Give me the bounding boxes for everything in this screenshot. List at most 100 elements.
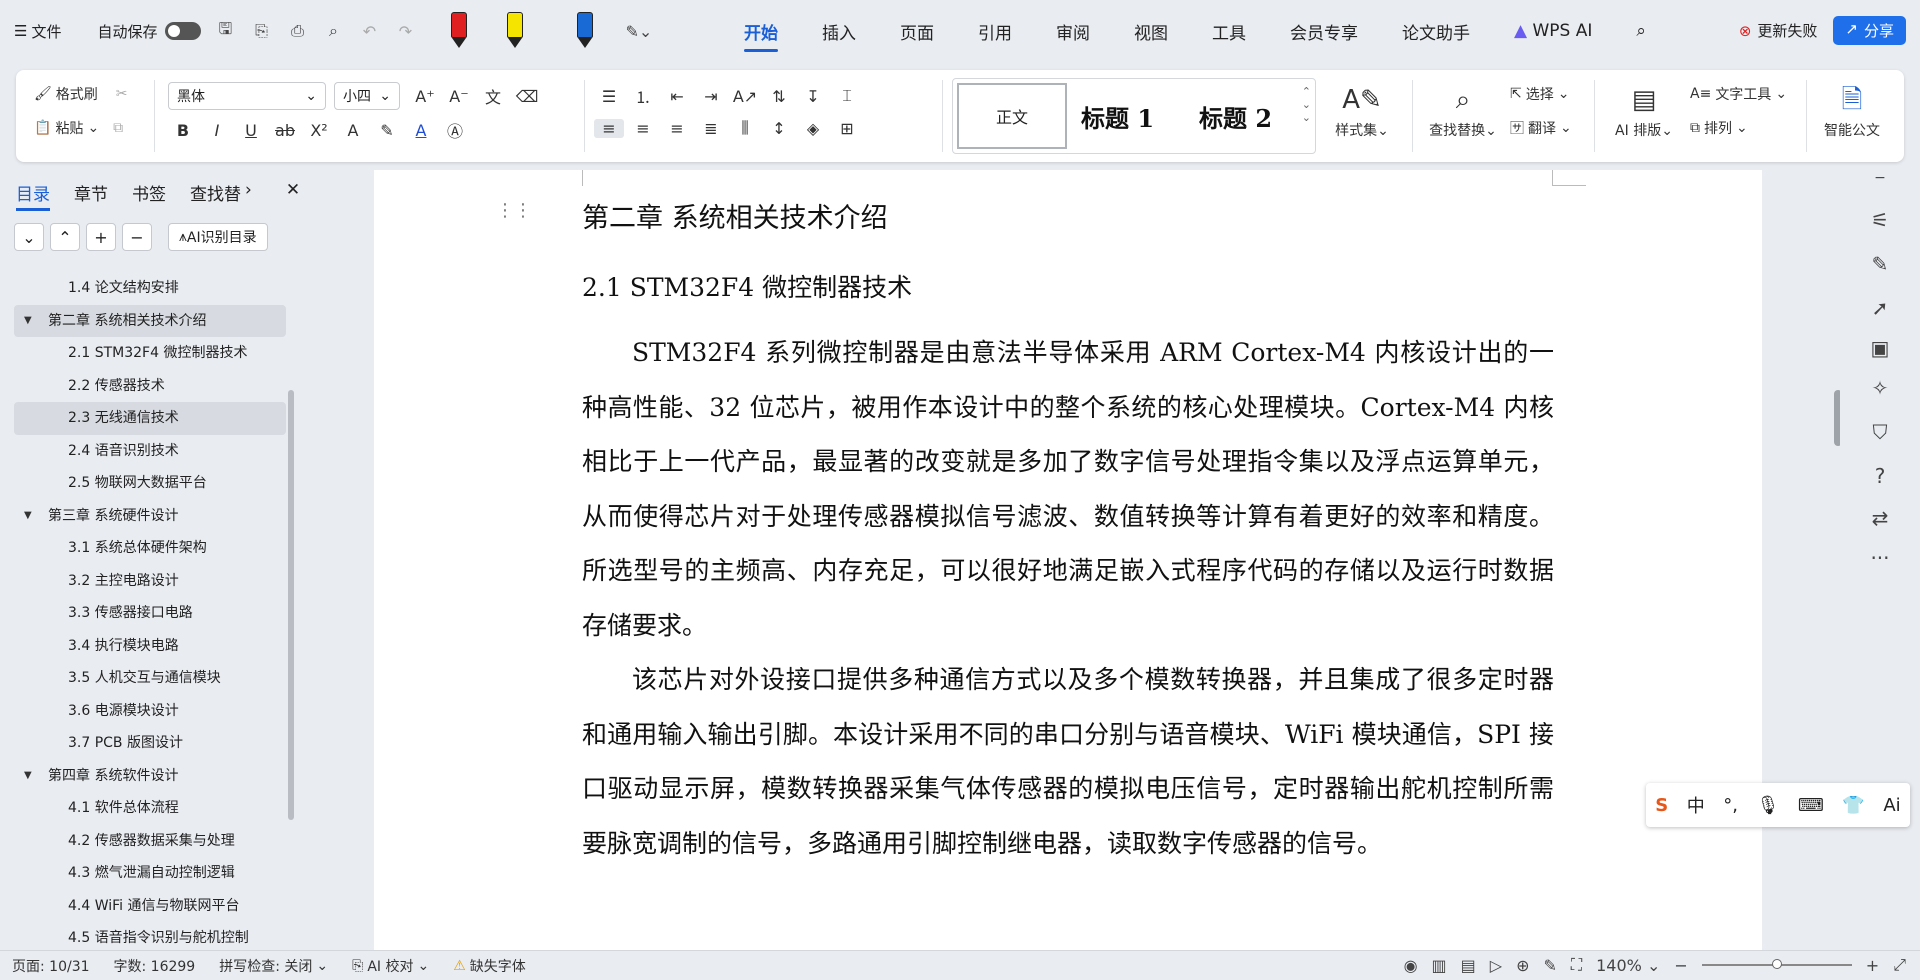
toc-section[interactable]: 2.1 STM32F4 微控制器技术: [14, 337, 286, 370]
fullscreen-icon[interactable]: ⤢: [1893, 955, 1906, 975]
nav-tab-find[interactable]: 查找替: [190, 180, 241, 205]
paste-button[interactable]: 📋 粘贴 ⌄ ⧉: [34, 118, 123, 138]
toc-section[interactable]: 3.6 电源模块设计: [14, 695, 286, 728]
bullet-list-icon[interactable]: ☰: [594, 87, 624, 106]
line-spacing-icon[interactable]: ↕: [764, 119, 794, 138]
line-sort-icon[interactable]: ↧: [798, 87, 828, 106]
ime-chinese-icon[interactable]: 中: [1687, 792, 1705, 818]
redo-icon[interactable]: ↷: [393, 22, 417, 41]
image-icon[interactable]: ▣: [1866, 336, 1894, 360]
ai-layout-button[interactable]: ▤ AI 排版⌄: [1604, 80, 1684, 140]
bold-icon[interactable]: B: [168, 121, 198, 140]
skin-icon[interactable]: 👕: [1842, 795, 1864, 816]
microphone-icon[interactable]: 🎙: [1757, 795, 1780, 816]
magic-icon[interactable]: ✧: [1866, 376, 1894, 400]
help-icon[interactable]: ?: [1866, 464, 1894, 488]
adjust-icon[interactable]: ⚟: [1866, 208, 1894, 232]
red-pen-icon[interactable]: [451, 12, 468, 50]
file-menu[interactable]: ☰ 文件: [14, 21, 61, 42]
clear-format-icon[interactable]: ⌫: [512, 87, 542, 106]
pen-icon[interactable]: ✎: [1866, 252, 1894, 276]
sort-icon[interactable]: ⇅: [764, 87, 794, 106]
ai-proof-button[interactable]: ⎘ AI 校对 ⌄: [340, 956, 441, 976]
toc-section[interactable]: 4.1 软件总体流程: [14, 792, 286, 825]
undo-icon[interactable]: ↶: [357, 22, 381, 41]
zoom-out-icon[interactable]: −: [1674, 956, 1687, 975]
write-icon[interactable]: ✎: [1544, 956, 1557, 975]
toc-section[interactable]: 3.5 人机交互与通信模块: [14, 662, 286, 695]
text-direction-icon[interactable]: A↗: [730, 87, 760, 106]
collapse-up-icon[interactable]: ⌃: [50, 223, 80, 251]
caret-down-icon[interactable]: ▼: [24, 305, 32, 338]
zoom-slider[interactable]: [1701, 959, 1852, 969]
more-icon[interactable]: ···: [1866, 546, 1894, 570]
chevron-right-icon[interactable]: ›: [245, 180, 252, 205]
update-failed[interactable]: ⊗ 更新失败: [1739, 20, 1818, 41]
increase-indent-icon[interactable]: ⇥: [696, 87, 726, 106]
strikethrough-icon[interactable]: ab: [270, 121, 300, 140]
tab-wps-ai[interactable]: ▲ WPS AI: [1514, 15, 1592, 47]
nav-tab-sections[interactable]: 章节: [74, 180, 108, 205]
toc-section[interactable]: 3.4 执行模块电路: [14, 630, 286, 663]
underline-icon[interactable]: U: [236, 121, 266, 140]
shrink-font-icon[interactable]: A⁻: [444, 87, 474, 106]
outline-view-icon[interactable]: ▤: [1461, 956, 1476, 975]
borders-icon[interactable]: ⊞: [832, 119, 862, 138]
keyboard-icon[interactable]: ⌨: [1798, 795, 1824, 816]
find-replace-button[interactable]: ⌕ 查找替换⌄: [1418, 80, 1508, 140]
select-button[interactable]: ⇱ 选择 ⌄: [1510, 84, 1569, 104]
smart-doc-button[interactable]: 🗎 智能公文: [1812, 80, 1892, 140]
print-icon[interactable]: ⎙: [285, 21, 309, 41]
text-effect-icon[interactable]: A: [338, 121, 368, 140]
toc-section[interactable]: 3.2 主控电路设计: [14, 565, 286, 598]
style-heading2[interactable]: 标题 2: [1199, 99, 1272, 134]
eye-icon[interactable]: ◉: [1404, 956, 1418, 975]
autosave-toggle[interactable]: [165, 22, 202, 40]
web-view-icon[interactable]: ⊕: [1516, 956, 1529, 975]
align-right-icon[interactable]: ≡: [662, 119, 692, 138]
arrange-button[interactable]: ⧉ 排列 ⌄: [1690, 118, 1748, 138]
text-tools-button[interactable]: A≡ 文字工具 ⌄: [1690, 84, 1787, 104]
style-normal[interactable]: 正文: [957, 83, 1067, 149]
page-count[interactable]: 页面: 10/31: [0, 956, 102, 976]
superscript-icon[interactable]: X²: [304, 121, 334, 140]
tab-paper-assistant[interactable]: 论文助手: [1402, 13, 1470, 50]
caret-down-icon[interactable]: ▼: [24, 500, 32, 533]
style-set-button[interactable]: A✎ 样式集⌄: [1322, 80, 1402, 140]
style-heading1[interactable]: 标题 1: [1081, 99, 1154, 134]
word-count[interactable]: 字数: 16299: [102, 956, 208, 976]
toc-section[interactable]: 2.3 无线通信技术: [14, 402, 286, 435]
decrease-indent-icon[interactable]: ⇤: [662, 87, 692, 106]
format-painter-button[interactable]: 🖌 格式刷 ✂: [34, 84, 128, 104]
close-icon[interactable]: ✕: [286, 180, 300, 205]
blue-pen-icon[interactable]: [577, 12, 594, 50]
tab-view[interactable]: 视图: [1134, 13, 1168, 50]
fit-page-icon[interactable]: ⛶: [1571, 955, 1582, 975]
gallery-scroll-icon[interactable]: ⌃ ⌄ ⌄: [1302, 85, 1311, 124]
zoom-knob[interactable]: [1771, 959, 1782, 969]
toc-scrollbar[interactable]: [288, 390, 294, 820]
toc-section[interactable]: 4.3 燃气泄漏自动控制逻辑: [14, 857, 286, 890]
caret-down-icon[interactable]: ▼: [24, 760, 32, 793]
tab-references[interactable]: 引用: [978, 13, 1012, 50]
copy-icon[interactable]: ⧉: [113, 120, 123, 136]
zoom-level[interactable]: 140% ⌄: [1596, 956, 1660, 975]
align-left-icon[interactable]: ≡: [594, 118, 624, 138]
grow-font-icon[interactable]: A⁺: [410, 87, 440, 106]
remove-icon[interactable]: −: [122, 223, 152, 251]
char-border-icon[interactable]: Ⓐ: [440, 118, 470, 142]
italic-icon[interactable]: I: [202, 121, 232, 140]
toc-section[interactable]: 3.3 传感器接口电路: [14, 597, 286, 630]
tab-review[interactable]: 审阅: [1056, 13, 1090, 50]
translate-side-icon[interactable]: ⇄: [1866, 506, 1894, 530]
save-icon[interactable]: 🖫: [213, 18, 237, 45]
export-icon[interactable]: ⎘: [249, 21, 273, 41]
phonetic-icon[interactable]: 文: [478, 84, 508, 108]
show-marks-icon[interactable]: ⌶: [832, 86, 862, 106]
missing-font[interactable]: ⚠ 缺失字体: [441, 956, 538, 976]
collapse-icon[interactable]: −: [1866, 170, 1894, 186]
toc-section[interactable]: 3.1 系统总体硬件架构: [14, 532, 286, 565]
expand-down-icon[interactable]: ⌄: [14, 223, 44, 251]
toc-section[interactable]: 1.4 论文结构安排: [14, 272, 286, 305]
align-center-icon[interactable]: ≡: [628, 119, 658, 138]
